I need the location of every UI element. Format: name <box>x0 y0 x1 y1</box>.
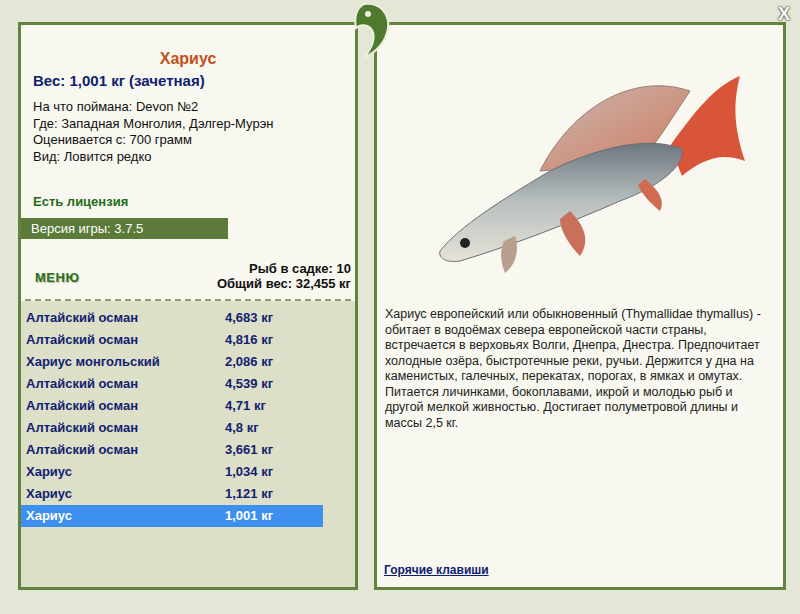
catch-name: Хариус <box>21 484 221 504</box>
fish-picture <box>377 25 783 307</box>
keepnet-count: Рыб в садке: 10 <box>217 261 351 276</box>
detail-line: На что поймана: Devon №2 <box>21 99 355 116</box>
catch-weight: 4,71 кг <box>221 396 266 416</box>
catch-row[interactable]: Алтайский осман4,71 кг <box>21 395 323 417</box>
catch-panel: ХариусВес: 1,001 кг (зачетная)На что пой… <box>18 22 358 590</box>
catch-weight: 1,001 кг <box>221 506 273 526</box>
detail-line: Где: Западная Монголия, Дэлгер-Мурэн <box>21 116 355 133</box>
close-button[interactable]: X <box>778 3 790 25</box>
catch-row[interactable]: Алтайский осман4,8 кг <box>21 417 323 439</box>
keepnet-stats: Рыб в садке: 10Общий вес: 32,455 кг <box>217 261 355 291</box>
catch-name: Алтайский осман <box>21 396 221 416</box>
catch-list: Алтайский осман4,683 кгАлтайский осман4,… <box>21 301 355 587</box>
catch-row[interactable]: Хариус1,121 кг <box>21 483 323 505</box>
catch-name: Хариус <box>21 462 221 482</box>
version-bar: Версия игры: 3.7.5 <box>21 218 228 239</box>
detail-line: Вид: Ловится редко <box>21 149 355 166</box>
catch-row[interactable]: Алтайский осман3,661 кг <box>21 439 323 461</box>
license-label: Есть лицензия <box>21 194 355 210</box>
menu-row: МЕНЮ Рыб в садке: 10Общий вес: 32,455 кг <box>21 261 355 299</box>
catch-weight: 1,034 кг <box>221 462 273 482</box>
catch-weight: 4,539 кг <box>221 374 273 394</box>
catch-row[interactable]: Алтайский осман4,816 кг <box>21 329 323 351</box>
catch-weight: 4,8 кг <box>221 418 259 438</box>
catch-name: Алтайский осман <box>21 308 221 328</box>
description-panel: Хариус европейский или обыкновенный (Thy… <box>374 22 786 590</box>
fish-info: ХариусВес: 1,001 кг (зачетная) На что пой… <box>21 25 355 299</box>
catch-weight: 1,121 кг <box>221 484 273 504</box>
grayling-icon <box>420 51 750 281</box>
catch-name: Алтайский осман <box>21 440 221 460</box>
fish-description: Хариус европейский или обыкновенный (Thy… <box>377 307 783 431</box>
catch-name: Хариус монгольский <box>21 352 221 372</box>
catch-name: Хариус <box>21 506 221 526</box>
detail-line: Оценивается с: 700 грамм <box>21 132 355 149</box>
catch-name: Алтайский осман <box>21 418 221 438</box>
catch-name: Алтайский осман <box>21 374 221 394</box>
fish-details: На что поймана: Devon №2Где: Западная Мо… <box>21 99 355 165</box>
catch-name: Алтайский осман <box>21 330 221 350</box>
catch-weight: 3,661 кг <box>221 440 273 460</box>
menu-button[interactable]: МЕНЮ <box>21 268 79 292</box>
catch-weight: 4,816 кг <box>221 330 273 350</box>
dolphin-logo-icon <box>350 0 396 62</box>
fish-info-window: ХариусВес: 1,001 кг (зачетная)На что пой… <box>0 0 800 614</box>
fish-name: Хариус <box>21 49 355 69</box>
catch-row[interactable]: Хариус монгольский2,086 кг <box>21 351 323 373</box>
keepnet-total: Общий вес: 32,455 кг <box>217 276 351 291</box>
hotkeys-link[interactable]: Горячие клавиши <box>377 561 489 587</box>
fish-weight: Вес: 1,001 кг (зачетная) <box>21 71 355 91</box>
catch-row[interactable]: Хариус1,001 кг <box>21 505 323 527</box>
catch-row[interactable]: Хариус1,034 кг <box>21 461 323 483</box>
hotkeys-row: Горячие клавиши <box>377 557 783 587</box>
catch-row[interactable]: Алтайский осман4,539 кг <box>21 373 323 395</box>
catch-row[interactable]: Алтайский осман4,683 кг <box>21 307 323 329</box>
catch-weight: 2,086 кг <box>221 352 273 372</box>
catch-weight: 4,683 кг <box>221 308 273 328</box>
